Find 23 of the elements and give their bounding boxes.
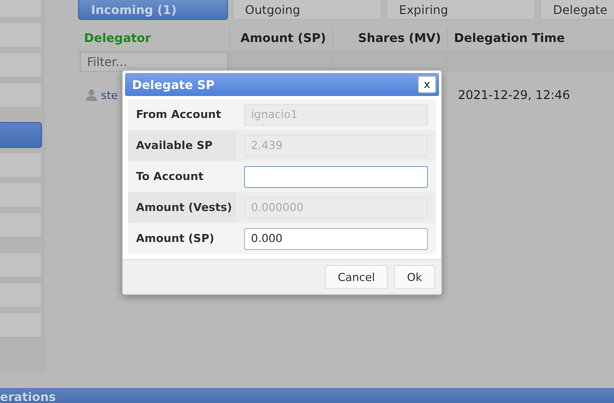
dialog-title: Delegate SP	[132, 78, 215, 92]
tab[interactable]: Outgoing	[232, 0, 382, 20]
column-header[interactable]: Amount (SP)	[230, 28, 333, 48]
input-field[interactable]	[244, 166, 428, 188]
user-icon	[86, 89, 97, 101]
tab[interactable]: Expiring	[386, 0, 536, 20]
column-header[interactable]: Shares (MV)	[333, 28, 448, 48]
filter-field[interactable]: Filter...	[80, 52, 228, 72]
field-label: Available SP	[128, 130, 236, 161]
tab[interactable]: Delegate	[540, 0, 614, 20]
cancel-button[interactable]: Cancel	[324, 265, 388, 289]
bottom-bar-title: erations	[0, 388, 614, 403]
field-label: From Account	[128, 99, 236, 130]
table-cell: 2021-12-29, 12:46	[458, 88, 570, 102]
column-header[interactable]: Delegation Time	[448, 28, 614, 48]
field-label: Amount (SP)	[128, 223, 236, 254]
field-label: Amount (Vests)	[128, 192, 236, 223]
delegator-link[interactable]: ste	[101, 88, 118, 102]
ok-button[interactable]: Ok	[394, 265, 435, 289]
close-button[interactable]: x	[418, 76, 436, 93]
field-label: To Account	[128, 161, 236, 192]
input-field[interactable]: 0.000	[244, 228, 428, 250]
sidebar-item[interactable]	[0, 122, 42, 148]
